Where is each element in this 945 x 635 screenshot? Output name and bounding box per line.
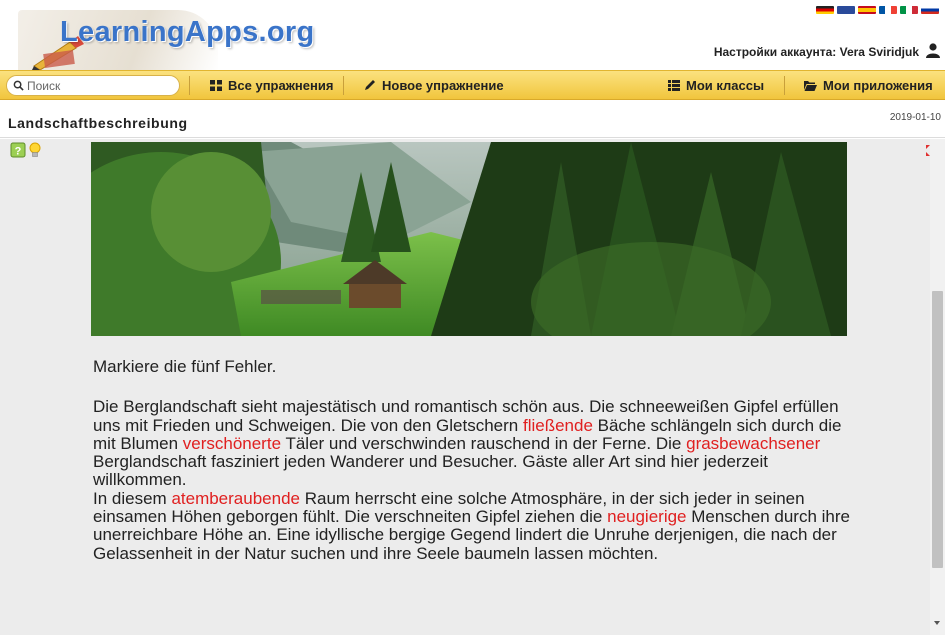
search-icon [13, 80, 24, 91]
marked-word[interactable]: atemberaubende [171, 489, 300, 508]
marked-word[interactable]: grasbewachsener [686, 434, 820, 453]
list-icon [668, 79, 680, 91]
nav-separator [189, 76, 190, 95]
flag-it[interactable] [900, 6, 918, 14]
text-segment[interactable]: Täler und verschwinden rauschend in der … [281, 434, 686, 453]
text-segment[interactable]: In diesem [93, 489, 171, 508]
logo-text: LearningApps.org [60, 16, 315, 48]
flag-de[interactable] [816, 6, 834, 14]
nav-my-apps[interactable]: Мои приложения [804, 71, 933, 99]
pencil-icon [365, 80, 375, 90]
marked-word[interactable]: verschönerte [183, 434, 281, 453]
flag-fr[interactable] [879, 6, 897, 14]
app-date: 2019-01-10 [889, 112, 941, 123]
marked-word[interactable]: neugierige [607, 507, 686, 526]
bulb-icon[interactable] [28, 142, 42, 158]
nav-all-exercises-label: Все упражнения [228, 77, 334, 93]
nav-all-exercises[interactable]: Все упражнения [210, 71, 333, 99]
landscape-image [91, 142, 847, 336]
flag-es[interactable] [858, 6, 876, 14]
nav-my-apps-label: Мои приложения [823, 77, 933, 93]
main-navbar: Все упражнения Новое упражнение Мои клас… [0, 70, 945, 100]
grid-icon [210, 79, 222, 91]
language-flags[interactable] [816, 6, 939, 14]
search-input[interactable] [27, 78, 167, 93]
folder-icon [804, 80, 817, 91]
exercise-area: ? Markiere die fünf Fehler. Die Bergland… [0, 139, 945, 635]
nav-separator [784, 76, 785, 95]
flag-ru[interactable] [921, 6, 939, 14]
nav-new-exercise-label: Новое упражнение [382, 77, 504, 93]
landscape-photo [91, 142, 847, 336]
help-icons: ? [10, 142, 42, 158]
user-icon[interactable] [925, 42, 941, 58]
flag-en[interactable] [837, 6, 855, 14]
nav-my-classes-label: Мои классы [686, 77, 765, 93]
app-title-row: Landschaftbeschreibung 2019-01-10 [0, 102, 945, 138]
header: LearningApps.org Настройки аккаунта: Ver… [0, 0, 945, 72]
marked-word[interactable]: fließende [523, 416, 593, 435]
nav-separator [343, 76, 344, 95]
text-segment[interactable]: Berglandschaft fasziniert jeden Wanderer… [93, 452, 768, 489]
exercise-text: Markiere die fünf Fehler. Die Berglandsc… [93, 357, 853, 563]
scrollbar-thumb[interactable] [932, 291, 943, 568]
search-box[interactable] [6, 75, 180, 96]
help-icon[interactable]: ? [10, 142, 26, 158]
site-logo[interactable]: LearningApps.org [18, 10, 318, 72]
vertical-scrollbar[interactable] [930, 139, 945, 635]
nav-new-exercise[interactable]: Новое упражнение [364, 71, 504, 99]
app-title: Landschaftbeschreibung [8, 115, 188, 131]
exercise-instruction: Markiere die fünf Fehler. [93, 357, 277, 376]
nav-my-classes[interactable]: Мои классы [668, 71, 764, 99]
exercise-paragraph[interactable]: Die Berglandschaft sieht majestätisch un… [93, 398, 853, 563]
scroll-down-arrow-icon[interactable] [934, 621, 940, 625]
svg-text:?: ? [15, 146, 22, 158]
account-settings-link[interactable]: Настройки аккаунта: Vera Sviridjuk [714, 45, 919, 59]
